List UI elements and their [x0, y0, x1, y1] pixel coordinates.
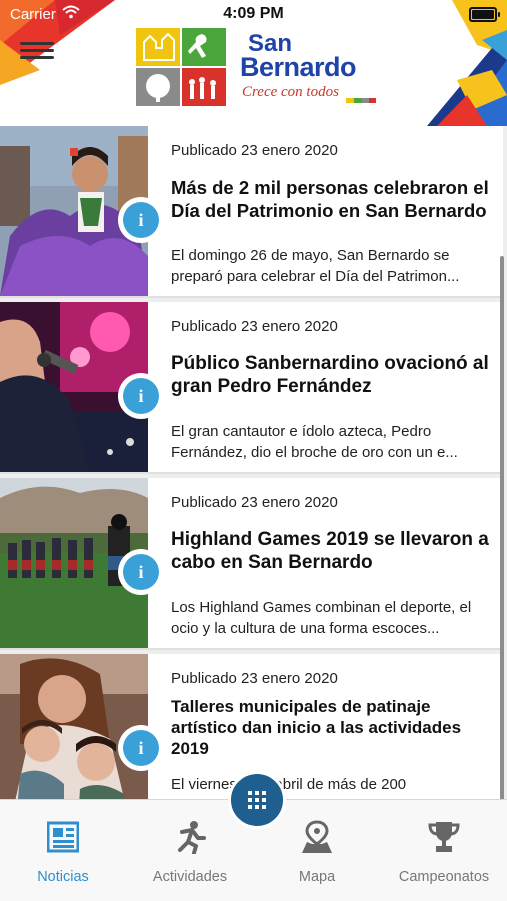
- tab-label: Campeonatos: [398, 869, 490, 885]
- menu-bar: [20, 56, 54, 59]
- info-button[interactable]: i: [118, 725, 164, 771]
- tagline-color-bar: [346, 98, 376, 103]
- info-button[interactable]: i: [118, 373, 164, 419]
- trophy-icon: [428, 822, 460, 852]
- news-title: Público Sanbernardino ovacionó al gran P…: [171, 353, 489, 397]
- tab-label: Actividades: [152, 869, 228, 885]
- publish-date: Publicado 23 enero 2020: [171, 142, 338, 159]
- tab-campeonatos[interactable]: Campeonatos: [381, 800, 507, 901]
- publish-date: Publicado 23 enero 2020: [171, 670, 338, 687]
- tab-label: Mapa: [298, 869, 336, 885]
- news-feed[interactable]: i Publicado 23 enero 2020 Más de 2 mil p…: [0, 126, 507, 799]
- news-title: Más de 2 mil personas celebraron el Día …: [171, 177, 489, 221]
- info-icon: i: [123, 730, 159, 766]
- info-button[interactable]: i: [118, 549, 164, 595]
- info-button[interactable]: i: [118, 197, 164, 243]
- publish-date: Publicado 23 enero 2020: [171, 494, 338, 511]
- newspaper-icon: [47, 821, 79, 853]
- status-time: 4:09 PM: [223, 5, 284, 22]
- brand-tagline: Crece con todos: [242, 84, 339, 100]
- info-icon: i: [123, 202, 159, 238]
- news-card[interactable]: i Publicado 23 enero 2020 Público Sanber…: [0, 302, 503, 474]
- feed-scrollbar[interactable]: [500, 256, 504, 799]
- app-header: Carrier 4:09 PM San Bernardo Crece con t…: [0, 0, 507, 126]
- news-excerpt: El gran cantautor e ídolo azteca, Pedro …: [171, 423, 458, 461]
- municipal-logo-icon: [136, 28, 226, 106]
- menu-bar: [20, 49, 54, 52]
- info-icon: i: [123, 378, 159, 414]
- news-card[interactable]: i Publicado 23 enero 2020 Highland Games…: [0, 478, 503, 650]
- hamburger-menu-button[interactable]: [20, 38, 54, 64]
- news-excerpt: El viernes 5 de abril de más de 200: [171, 776, 407, 793]
- tab-label: Noticias: [37, 869, 89, 885]
- status-bar: Carrier 4:09 PM: [0, 0, 507, 28]
- publish-date: Publicado 23 enero 2020: [171, 318, 338, 335]
- brand-name-line2: Bernardo: [240, 52, 357, 82]
- news-title: Highland Games 2019 se llevaron a cabo e…: [171, 529, 489, 573]
- news-excerpt: Los Highland Games combinan el deporte, …: [171, 599, 472, 637]
- news-title: Talleres municipales de patinaje artísti…: [171, 697, 462, 758]
- grid-menu-button[interactable]: [228, 771, 286, 829]
- menu-bar: [20, 42, 54, 45]
- map-pin-icon: [302, 820, 332, 853]
- grid-icon: [248, 791, 266, 809]
- news-card[interactable]: i Publicado 23 enero 2020 Más de 2 mil p…: [0, 126, 503, 298]
- news-excerpt: El domingo 26 de mayo, San Bernardo se p…: [171, 247, 460, 285]
- news-thumbnail: [0, 654, 148, 799]
- runner-icon: [178, 821, 206, 854]
- tab-noticias[interactable]: Noticias: [0, 800, 126, 901]
- brand-wordmark: San Bernardo Crece con todos: [240, 30, 380, 110]
- battery-icon: [469, 7, 500, 22]
- info-icon: i: [123, 554, 159, 590]
